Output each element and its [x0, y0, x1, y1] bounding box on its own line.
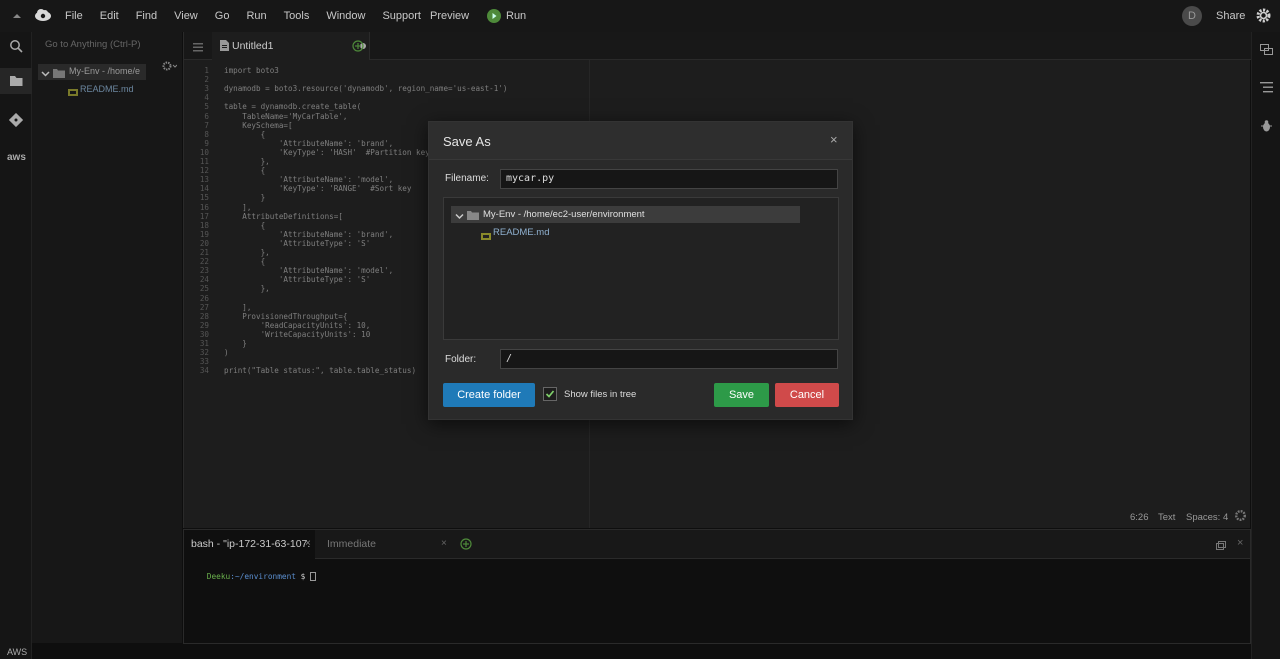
filename-field[interactable]: mycar.py [500, 169, 838, 189]
folder-tree[interactable]: My-Env - /home/ec2-user/environment READ… [443, 197, 839, 340]
dialog-title: Save As [443, 134, 491, 149]
dialog-close-icon[interactable]: × [830, 132, 838, 147]
save-as-dialog: Save As × Filename: mycar.py My-Env - /h… [428, 121, 853, 420]
folder-tree-root-label: My-Env - /home/ec2-user/environment [483, 209, 645, 220]
show-files-checkbox[interactable] [543, 387, 557, 401]
dialog-header: Save As × [429, 122, 852, 160]
chevron-down-icon[interactable] [455, 210, 464, 224]
filename-label: Filename: [445, 173, 489, 184]
show-files-label: Show files in tree [564, 389, 637, 400]
create-folder-button[interactable]: Create folder [443, 383, 535, 407]
cancel-button[interactable]: Cancel [775, 383, 839, 407]
folder-label: Folder: [445, 354, 477, 365]
folder-field[interactable]: / [500, 349, 838, 369]
folder-icon [467, 209, 479, 223]
folder-tree-file-readme[interactable]: README.md [493, 227, 549, 238]
save-button[interactable]: Save [714, 383, 769, 407]
folder-tree-root-row[interactable]: My-Env - /home/ec2-user/environment [451, 206, 800, 223]
markdown-file-icon [481, 229, 491, 243]
